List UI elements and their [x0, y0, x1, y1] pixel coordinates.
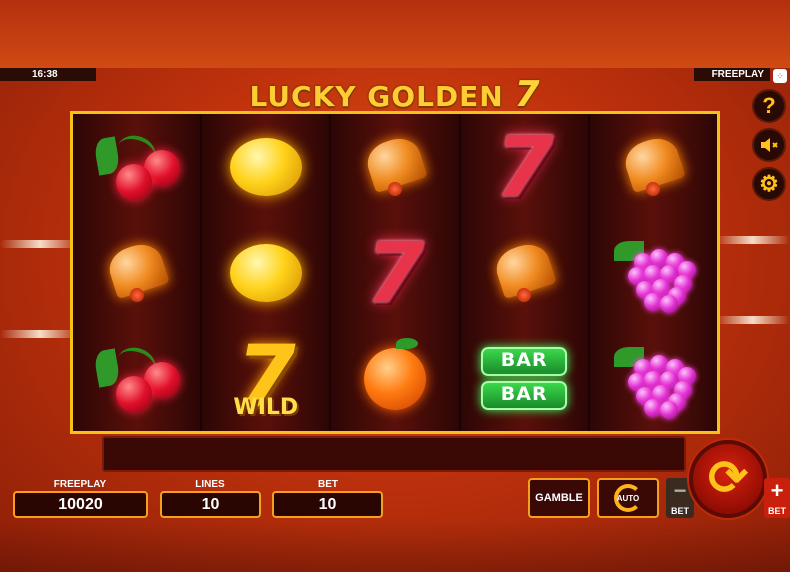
- grapes-symbol: [610, 343, 697, 419]
- bell-symbol: [491, 238, 557, 306]
- reel-3: 7: [331, 114, 461, 431]
- title-seven: 7: [514, 74, 541, 115]
- autoplay-label: AUTO: [616, 493, 640, 503]
- bet-decrease-label: BET: [671, 506, 689, 516]
- cherry-symbol: [92, 129, 180, 202]
- autoplay-icon: AUTO: [614, 484, 642, 512]
- lemon-symbol: [229, 243, 302, 302]
- reel-5: [589, 114, 718, 431]
- light-streak: [0, 330, 80, 338]
- bottom-shade: [0, 520, 790, 572]
- bell-symbol: [620, 132, 687, 200]
- reel-frame: 7 WILD 7 7 BAR BAR: [70, 111, 720, 434]
- autoplay-button[interactable]: AUTO: [597, 478, 659, 518]
- reel-cell: [590, 114, 717, 219]
- bet-value: 10: [272, 491, 383, 518]
- bet-label: BET: [318, 479, 338, 490]
- bell-clapper: [517, 287, 532, 302]
- lines-label: LINES: [195, 479, 225, 490]
- seven-symbol: 7: [365, 223, 425, 322]
- grape: [660, 400, 679, 419]
- reel-2: 7 WILD: [202, 114, 332, 431]
- sound-button[interactable]: [752, 128, 786, 162]
- bell-clapper: [646, 181, 661, 196]
- wild-label: WILD: [233, 394, 299, 420]
- game-title: LUCKY GOLDEN 7: [0, 74, 790, 115]
- speaker-muted-icon: [761, 138, 778, 152]
- reel-cell: [202, 220, 329, 325]
- grape: [660, 294, 679, 313]
- reel-4: 7 BAR BAR: [460, 114, 590, 431]
- reel-cell: [202, 114, 329, 219]
- lemon-symbol: [229, 137, 302, 196]
- reel-cell: BAR BAR: [461, 326, 588, 431]
- wild-seven-symbol: 7 WILD: [221, 334, 311, 424]
- bell-clapper: [388, 181, 402, 196]
- reel-cell: [590, 326, 717, 431]
- reel-1: [73, 114, 203, 431]
- cherry-fruit: [115, 163, 152, 200]
- cherry-leaf: [92, 135, 121, 176]
- bar-label: BAR: [481, 347, 568, 376]
- freeplay-label: FREEPLAY: [53, 479, 107, 490]
- freeplay-balance: 10020: [13, 491, 148, 518]
- reel-cell: 7: [331, 220, 458, 325]
- spin-button[interactable]: ⟳: [689, 440, 767, 518]
- bet-increase-label: BET: [768, 506, 786, 516]
- gear-icon: ⚙: [759, 171, 779, 196]
- cherry-symbol: [92, 341, 180, 414]
- top-banner: [0, 0, 790, 68]
- orange-symbol: [364, 337, 426, 410]
- gamble-button[interactable]: GAMBLE: [528, 478, 590, 518]
- reel-cell: [73, 114, 200, 219]
- plus-icon: +: [770, 478, 784, 503]
- reel-cell: [590, 220, 717, 325]
- bet-increase-button[interactable]: + BET: [764, 478, 790, 518]
- light-streak: [715, 236, 790, 244]
- bell-symbol: [362, 132, 428, 200]
- help-button[interactable]: ?: [752, 89, 786, 123]
- reel-cell: [331, 114, 458, 219]
- light-streak: [0, 240, 80, 248]
- spin-arrows-icon: ⟳: [707, 452, 749, 505]
- reel-cell: 7: [461, 114, 588, 219]
- reel-cell: [331, 326, 458, 431]
- cherry-fruit: [115, 375, 152, 412]
- question-icon: ?: [762, 93, 776, 118]
- bell-symbol: [103, 238, 170, 306]
- reel-cell: 7 WILD: [202, 326, 329, 431]
- settings-button[interactable]: ⚙: [752, 167, 786, 201]
- reel-cell: [73, 220, 200, 325]
- cherry-leaf: [92, 347, 121, 388]
- message-bar: [102, 436, 686, 472]
- bell-clapper: [129, 287, 144, 302]
- seven-symbol: 7: [494, 117, 554, 216]
- light-streak: [715, 316, 790, 324]
- bar-label: BAR: [481, 381, 568, 410]
- reel-cell: [73, 326, 200, 431]
- reel-cell: [461, 220, 588, 325]
- lines-value: 10: [160, 491, 261, 518]
- grapes-symbol: [610, 237, 697, 313]
- bar-bar-symbol: BAR BAR: [481, 347, 568, 410]
- title-text: LUCKY GOLDEN: [249, 80, 504, 113]
